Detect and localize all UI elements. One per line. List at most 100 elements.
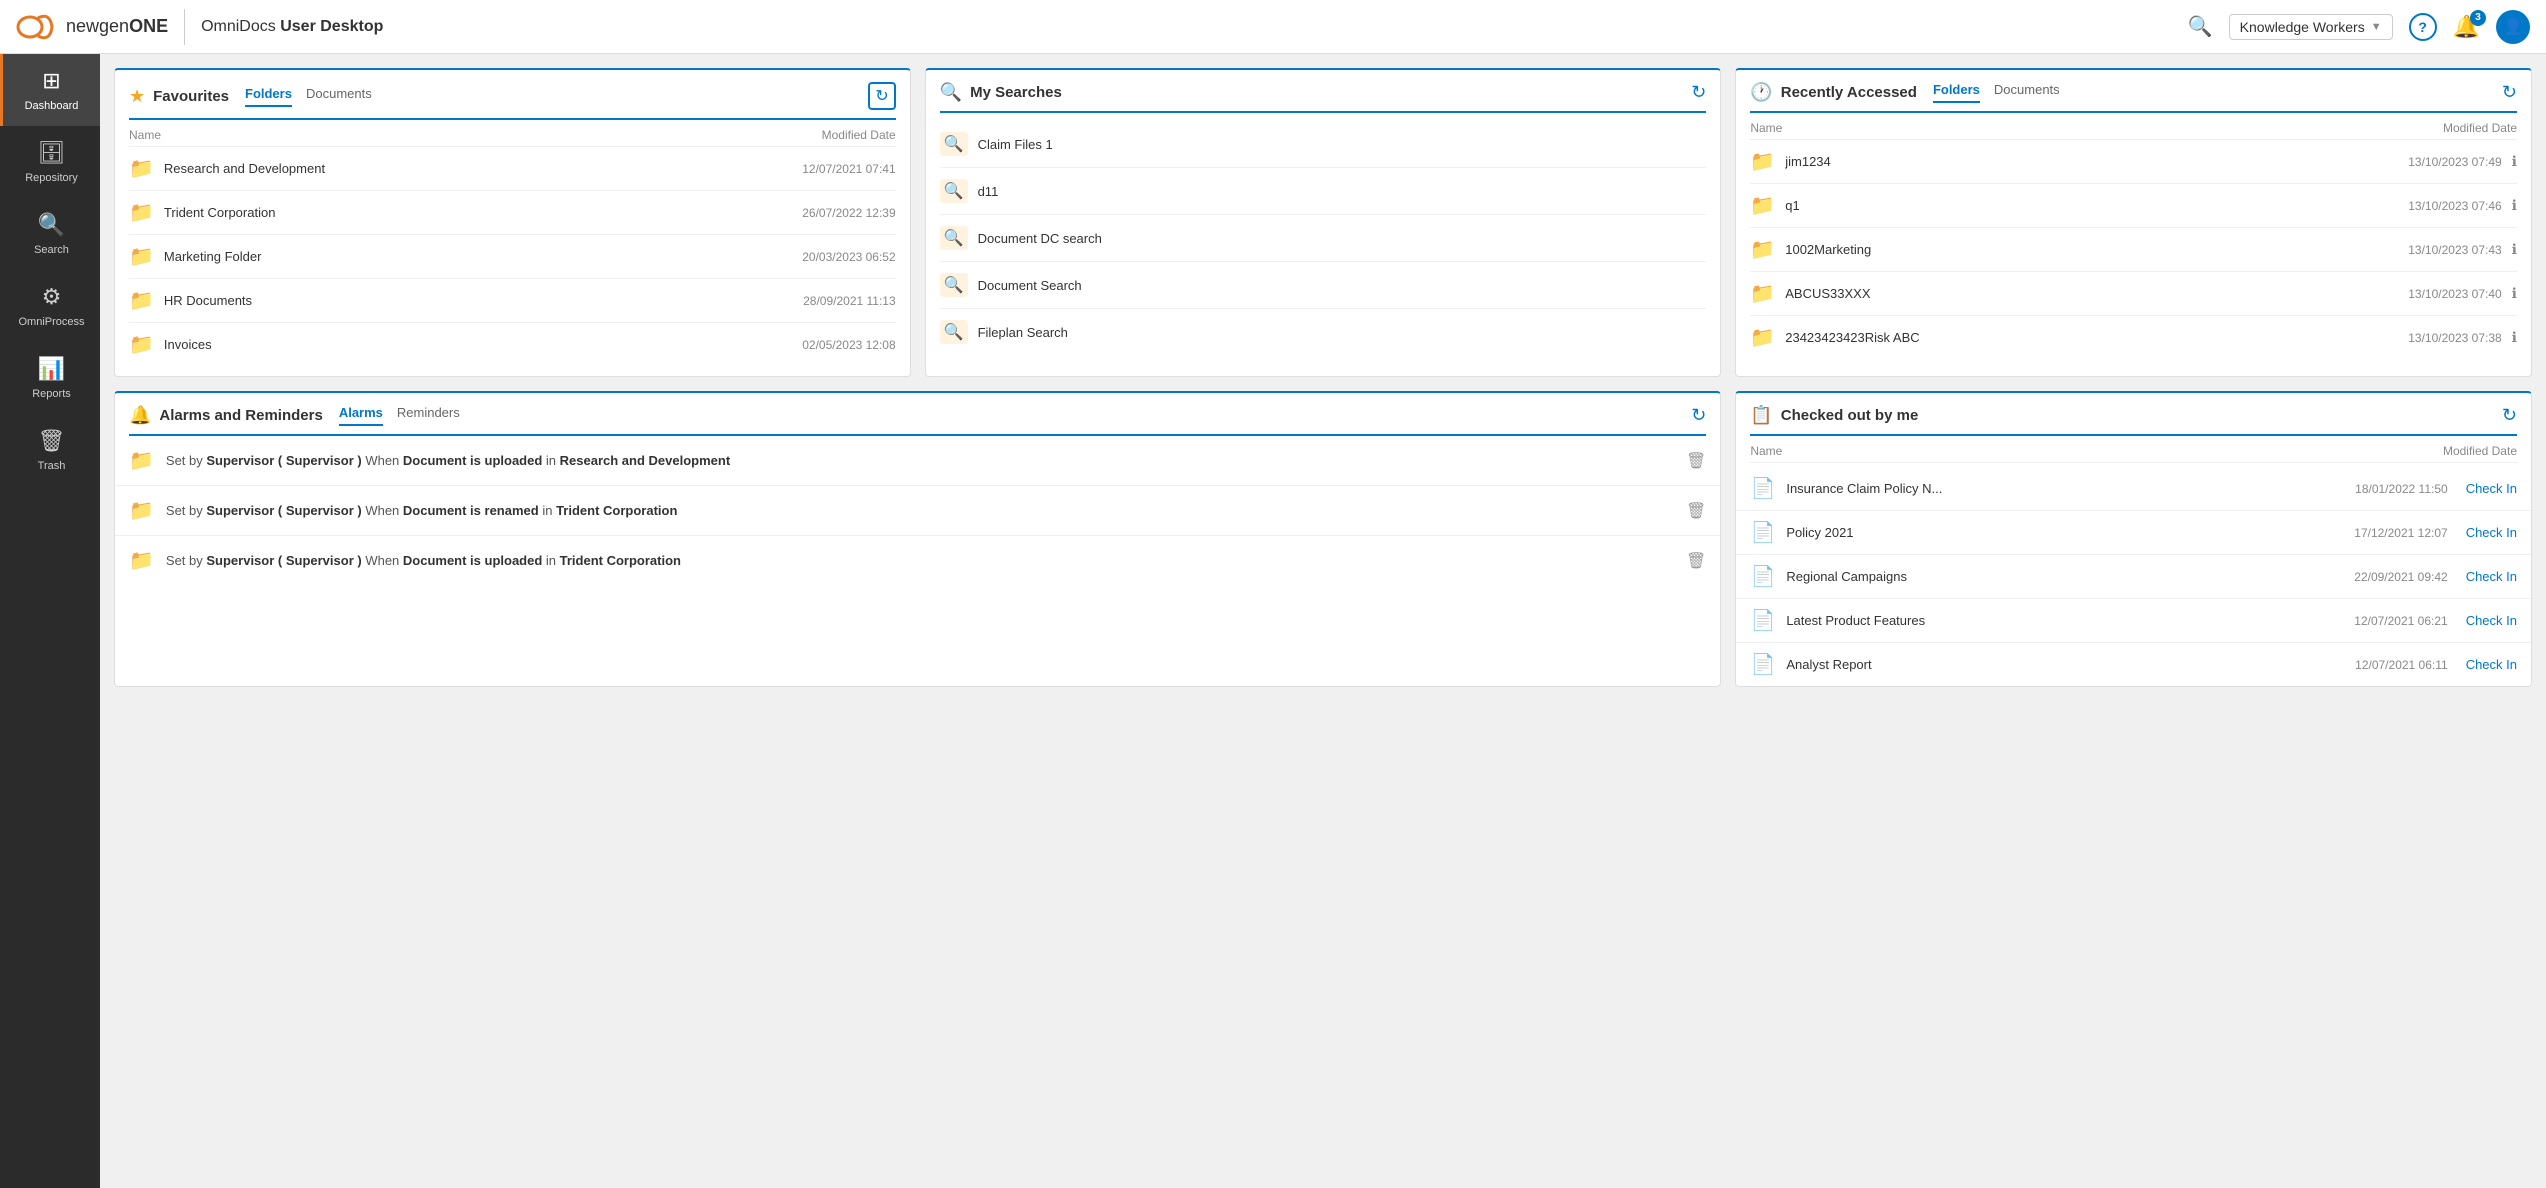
table-row[interactable]: 📁 q1 13/10/2023 07:46 ℹ	[1750, 184, 2517, 228]
alarms-title: Alarms and Reminders	[159, 407, 322, 424]
table-row[interactable]: 📁 ABCUS33XXX 13/10/2023 07:40 ℹ	[1750, 272, 2517, 316]
table-row[interactable]: 📁 1002Marketing 13/10/2023 07:43 ℹ	[1750, 228, 2517, 272]
my-searches-panel: 🔍 My Searches ↻ 🔍 Claim Files 1 🔍 d11 🔍 …	[925, 68, 1722, 377]
doc-icon: 📄	[1750, 608, 1776, 633]
favourites-refresh-button[interactable]: ↻	[868, 82, 895, 110]
favourites-header: ★ Favourites Folders Documents ↻	[115, 70, 910, 110]
checkout-name: Latest Product Features	[1786, 613, 2344, 628]
row-date: 13/10/2023 07:46	[2408, 199, 2501, 213]
info-icon[interactable]: ℹ	[2512, 241, 2517, 258]
tab-favourites-folders[interactable]: Folders	[245, 86, 292, 107]
checked-out-panel: 📋 Checked out by me ↻ Name Modified Date…	[1735, 391, 2532, 687]
list-item[interactable]: 🔍 Document DC search	[940, 215, 1707, 262]
table-row[interactable]: 📁 jim1234 13/10/2023 07:49 ℹ	[1750, 140, 2517, 184]
recently-accessed-tabs: Folders Documents	[1933, 82, 2060, 103]
alarm-delete-button[interactable]: 🗑	[1686, 451, 1706, 471]
info-icon[interactable]: ℹ	[2512, 153, 2517, 170]
tab-recent-documents[interactable]: Documents	[1994, 82, 2060, 103]
sidebar-label-repository: Repository	[25, 172, 78, 184]
checkout-name: Regional Campaigns	[1786, 569, 2344, 584]
recently-accessed-refresh-button[interactable]: ↻	[2502, 82, 2517, 103]
avatar[interactable]: 👤	[2496, 10, 2530, 44]
folder-icon: 📁	[129, 244, 154, 269]
row-name: q1	[1785, 198, 2398, 213]
list-item[interactable]: 🔍 Claim Files 1	[940, 121, 1707, 168]
table-row[interactable]: 📁 Invoices 02/05/2023 12:08	[129, 323, 896, 366]
row-name: Marketing Folder	[164, 249, 792, 264]
sidebar-label-trash: Trash	[38, 460, 66, 472]
recently-accessed-table-header: Name Modified Date	[1750, 113, 2517, 140]
tab-recent-folders[interactable]: Folders	[1933, 82, 1980, 103]
folder-icon: 📁	[1750, 281, 1775, 306]
row-date: 20/03/2023 06:52	[802, 250, 895, 264]
row-name: 1002Marketing	[1785, 242, 2398, 257]
sidebar-item-trash[interactable]: 🗑 Trash	[0, 414, 100, 486]
table-row[interactable]: 📁 Marketing Folder 20/03/2023 06:52	[129, 235, 896, 279]
favourites-table-header: Name Modified Date	[129, 120, 896, 147]
table-row[interactable]: 📁 Trident Corporation 26/07/2022 12:39	[129, 191, 896, 235]
alarm-text: Set by Supervisor ( Supervisor ) When Do…	[166, 503, 1674, 518]
list-item: 📁 Set by Supervisor ( Supervisor ) When …	[115, 436, 1720, 486]
sidebar: ⊞ Dashboard 🗄 Repository 🔍 Search ⚙ Omni…	[0, 54, 100, 1188]
checkout-name: Policy 2021	[1786, 525, 2344, 540]
row-name: Trident Corporation	[164, 205, 792, 220]
table-row[interactable]: 📁 Research and Development 12/07/2021 07…	[129, 147, 896, 191]
info-icon[interactable]: ℹ	[2512, 197, 2517, 214]
row-date: 13/10/2023 07:49	[2408, 155, 2501, 169]
my-searches-refresh-button[interactable]: ↻	[1691, 82, 1706, 103]
sidebar-item-dashboard[interactable]: ⊞ Dashboard	[0, 54, 100, 126]
sidebar-label-search: Search	[34, 244, 69, 256]
my-searches-list: 🔍 Claim Files 1 🔍 d11 🔍 Document DC sear…	[926, 113, 1721, 365]
bell-icon: 🔔	[129, 405, 151, 426]
folder-icon: 📁	[1750, 193, 1775, 218]
alarm-folder-icon: 📁	[129, 498, 154, 523]
notifications-button[interactable]: 🔔 3	[2453, 14, 2480, 40]
user-dropdown[interactable]: Knowledge Workers ▼	[2229, 14, 2393, 40]
tab-reminders[interactable]: Reminders	[397, 405, 460, 426]
table-row[interactable]: 📁 HR Documents 28/09/2021 11:13	[129, 279, 896, 323]
checkin-button[interactable]: Check In	[2466, 569, 2517, 584]
sidebar-item-reports[interactable]: 📊 Reports	[0, 342, 100, 414]
row-date: 26/07/2022 12:39	[802, 206, 895, 220]
alarms-refresh-button[interactable]: ↻	[1691, 405, 1706, 426]
table-row[interactable]: 📁 23423423423Risk ABC 13/10/2023 07:38 ℹ	[1750, 316, 2517, 359]
help-button[interactable]: ?	[2409, 13, 2437, 41]
my-searches-title: My Searches	[970, 84, 1062, 101]
search-item-label: Document Search	[978, 278, 1082, 293]
recently-accessed-title: Recently Accessed	[1781, 84, 1917, 101]
checkout-name: Insurance Claim Policy N...	[1786, 481, 2345, 496]
checkout-panel-icon: 📋	[1750, 405, 1772, 426]
checkin-button[interactable]: Check In	[2466, 525, 2517, 540]
sidebar-item-repository[interactable]: 🗄 Repository	[0, 126, 100, 198]
alarm-delete-button[interactable]: 🗑	[1686, 551, 1706, 571]
list-item[interactable]: 🔍 d11	[940, 168, 1707, 215]
logo-icon	[16, 8, 58, 46]
row-date: 02/05/2023 12:08	[802, 338, 895, 352]
info-icon[interactable]: ℹ	[2512, 285, 2517, 302]
folder-icon: 📁	[1750, 149, 1775, 174]
global-search-icon[interactable]: 🔍	[2188, 14, 2213, 39]
alarm-folder-icon: 📁	[129, 548, 154, 573]
sidebar-item-omniprocess[interactable]: ⚙ OmniProcess	[0, 270, 100, 342]
favourites-table: Name Modified Date 📁 Research and Develo…	[115, 120, 910, 376]
checkin-button[interactable]: Check In	[2466, 657, 2517, 672]
tab-favourites-documents[interactable]: Documents	[306, 86, 372, 107]
topnav-right: 🔍 Knowledge Workers ▼ ? 🔔 3 👤	[2188, 10, 2530, 44]
search-item-label: d11	[978, 184, 999, 199]
tab-alarms[interactable]: Alarms	[339, 405, 383, 426]
checkin-button[interactable]: Check In	[2466, 613, 2517, 628]
doc-icon: 📄	[1750, 564, 1776, 589]
checkout-name: Analyst Report	[1786, 657, 2345, 672]
list-item[interactable]: 🔍 Document Search	[940, 262, 1707, 309]
favourites-title: Favourites	[153, 88, 229, 105]
col-date-label: Modified Date	[2443, 444, 2517, 458]
sidebar-item-search[interactable]: 🔍 Search	[0, 198, 100, 270]
alarm-delete-button[interactable]: 🗑	[1686, 501, 1706, 521]
checked-out-refresh-button[interactable]: ↻	[2502, 405, 2517, 426]
list-item[interactable]: 🔍 Fileplan Search	[940, 309, 1707, 355]
folder-icon: 📁	[1750, 237, 1775, 262]
search-item-label: Document DC search	[978, 231, 1102, 246]
checkin-button[interactable]: Check In	[2466, 481, 2517, 496]
doc-icon: 📄	[1750, 476, 1776, 501]
info-icon[interactable]: ℹ	[2512, 329, 2517, 346]
